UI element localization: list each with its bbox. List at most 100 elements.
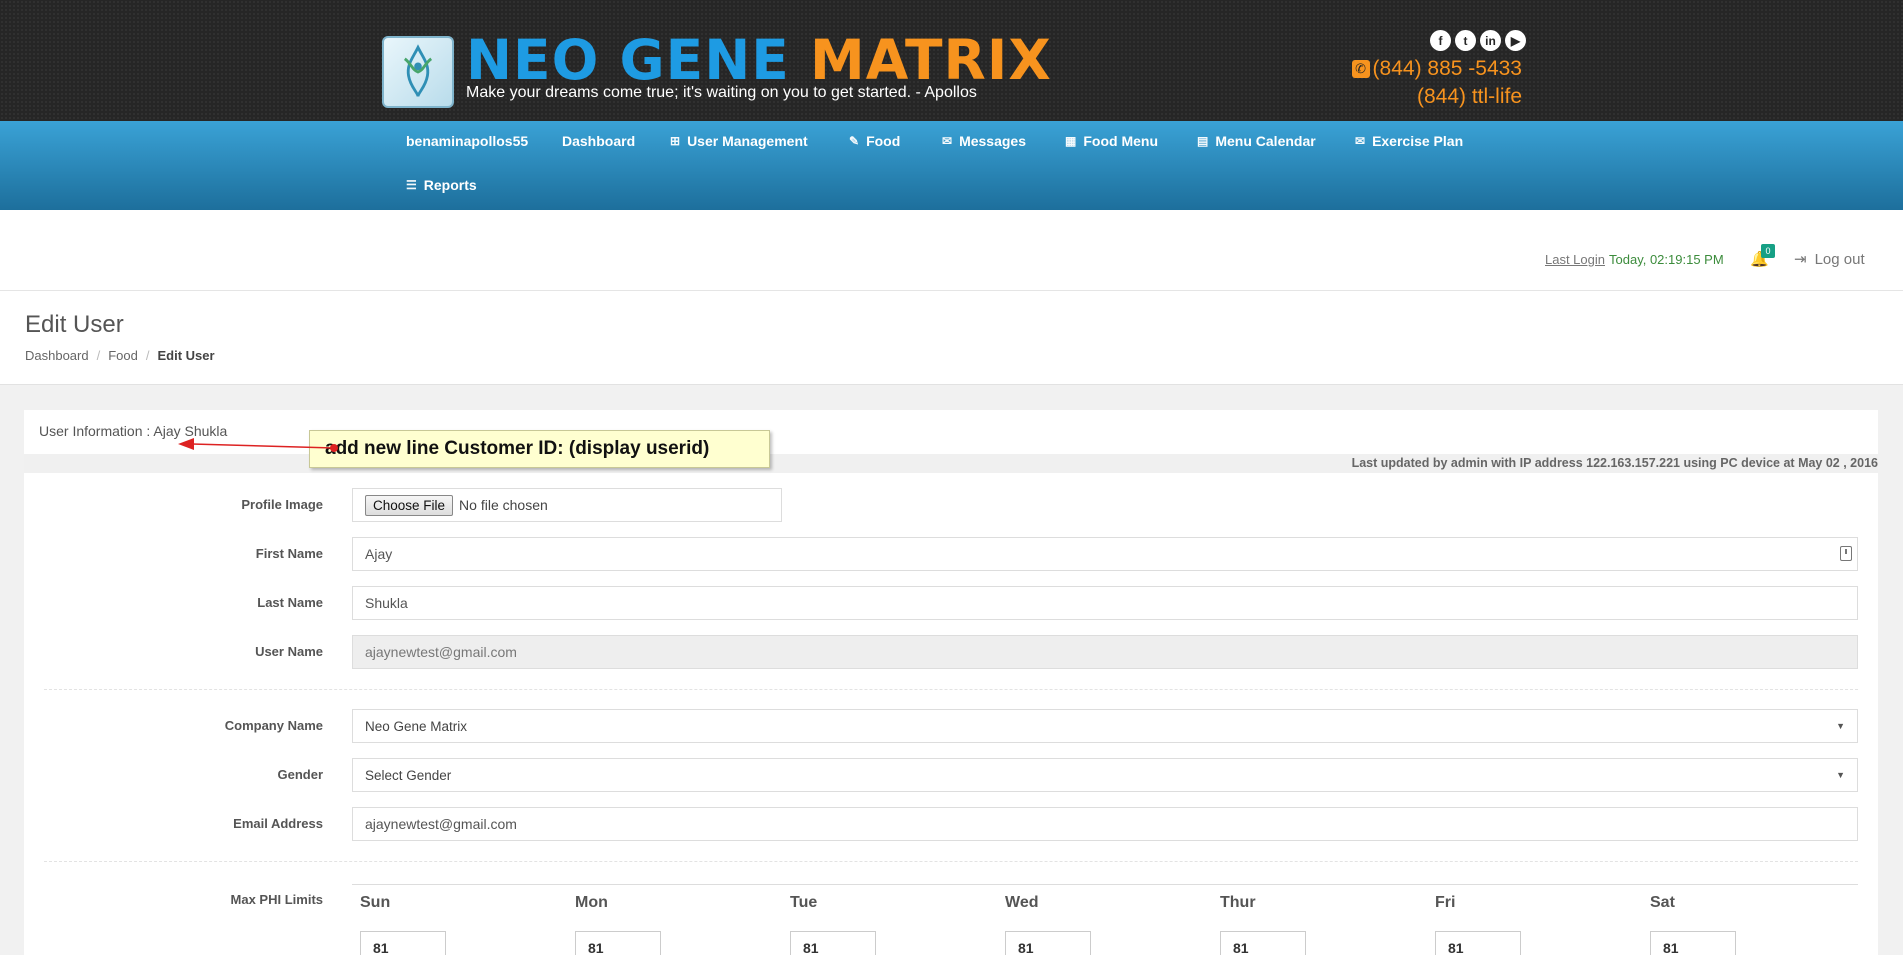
- annotation-arrow-icon: [178, 438, 338, 452]
- phi-day-wed: Wed: [1005, 894, 1039, 911]
- envelope-icon: ✉: [1355, 134, 1366, 148]
- user-info-panel: User Information : Ajay Shukla Last upda…: [24, 410, 1878, 955]
- breadcrumb-food[interactable]: Food: [108, 348, 138, 363]
- phi-input-sat[interactable]: 81: [1650, 931, 1736, 955]
- breadcrumb-current: Edit User: [157, 348, 215, 363]
- phi-day-sun: Sun: [360, 894, 391, 911]
- edit-icon: ✎: [849, 134, 860, 148]
- nav-messages[interactable]: ✉ Messages: [942, 133, 1026, 149]
- linkedin-icon[interactable]: in: [1480, 30, 1501, 51]
- top-bar: Last Login Today, 02:19:15 PM 🔔 0 ⇥ Log …: [0, 210, 1903, 291]
- last-login-value: Today, 02:19:15 PM: [1609, 252, 1724, 267]
- envelope-icon: ✉: [942, 134, 953, 148]
- last-updated-text: Last updated by admin with IP address 12…: [1351, 456, 1878, 470]
- phi-day-fri: Fri: [1435, 894, 1456, 911]
- annotation-callout: add new line Customer ID: (display useri…: [309, 430, 770, 468]
- nav-food-label: Food: [866, 133, 901, 149]
- calendar-icon: ▤: [1197, 134, 1209, 148]
- site-header: NEO GENE MATRIX Make your dreams come tr…: [0, 0, 1903, 121]
- notification-badge: 0: [1761, 244, 1775, 258]
- phi-input-tue[interactable]: 81: [790, 931, 876, 955]
- table-icon: ▦: [1065, 134, 1077, 148]
- last-login-label[interactable]: Last Login: [1545, 252, 1605, 267]
- gender-label: Gender: [277, 767, 323, 782]
- breadcrumb-dashboard[interactable]: Dashboard: [25, 348, 89, 363]
- last-name-label: Last Name: [257, 595, 323, 610]
- youtube-icon[interactable]: ▶: [1505, 30, 1526, 51]
- username-label: User Name: [255, 644, 323, 659]
- tagline: Make your dreams come true; it's waiting…: [466, 84, 977, 101]
- last-login: Last Login Today, 02:19:15 PM: [1545, 252, 1724, 267]
- email-input[interactable]: ajaynewtest@gmail.com: [352, 807, 1858, 841]
- phi-input-thur[interactable]: 81: [1220, 931, 1306, 955]
- profile-image-label: Profile Image: [241, 497, 323, 512]
- phone-primary[interactable]: ✆ (844) 885 -5433: [1351, 57, 1522, 81]
- company-selected-value: Neo Gene Matrix: [365, 718, 468, 734]
- nav-dashboard[interactable]: Dashboard: [562, 133, 635, 149]
- phi-day-mon: Mon: [575, 894, 608, 911]
- main-nav: benaminapollos55 Dashboard ⊞ User Manage…: [0, 121, 1903, 210]
- phi-input-mon[interactable]: 81: [575, 931, 661, 955]
- company-row: Company Name Neo Gene Matrix ▼: [24, 709, 1878, 743]
- email-label: Email Address: [233, 816, 323, 831]
- nav-menu-calendar-label: Menu Calendar: [1215, 133, 1316, 149]
- first-name-row: First Name Ajay: [24, 537, 1878, 571]
- username-row: User Name ajaynewtest@gmail.com: [24, 635, 1878, 669]
- phi-day-sat: Sat: [1650, 894, 1675, 911]
- gender-row: Gender Select Gender ▼: [24, 758, 1878, 792]
- nav-reports[interactable]: ☰ Reports: [406, 177, 477, 193]
- nav-food-menu[interactable]: ▦ Food Menu: [1065, 133, 1158, 149]
- phone-icon: ✆: [1351, 60, 1370, 78]
- nav-messages-label: Messages: [959, 133, 1026, 149]
- phi-label: Max PHI Limits: [230, 892, 323, 907]
- username-input: ajaynewtest@gmail.com: [352, 635, 1858, 669]
- nav-food-menu-label: Food Menu: [1083, 133, 1158, 149]
- section-divider: [44, 689, 1858, 690]
- phi-header-row: Sun Mon Tue Wed Thur Fri Sat: [352, 884, 1858, 918]
- brand-part-blue: NEO GENE: [466, 28, 790, 92]
- chevron-down-icon: ▼: [1836, 770, 1845, 780]
- logo-icon[interactable]: [382, 36, 454, 108]
- phone-secondary[interactable]: (844) ttl-life: [1417, 85, 1522, 109]
- phi-input-sun[interactable]: 81: [360, 931, 446, 955]
- first-name-label: First Name: [255, 546, 323, 561]
- nav-user-management[interactable]: ⊞ User Management: [670, 133, 808, 149]
- section-divider: [44, 861, 1858, 862]
- twitter-icon[interactable]: t: [1455, 30, 1476, 51]
- nav-exercise-plan[interactable]: ✉ Exercise Plan: [1355, 133, 1463, 149]
- phi-day-tue: Tue: [790, 894, 818, 911]
- phone-primary-number: (844) 885 -5433: [1372, 57, 1522, 80]
- last-updated-bar: Last updated by admin with IP address 12…: [24, 454, 1878, 473]
- phi-input-fri[interactable]: 81: [1435, 931, 1521, 955]
- profile-image-row: Profile Image Choose File No file chosen: [24, 488, 1878, 522]
- facebook-icon[interactable]: f: [1430, 30, 1451, 51]
- logout-label: Log out: [1814, 250, 1865, 268]
- sitemap-icon: ⊞: [670, 134, 681, 148]
- phi-limits-table: Sun Mon Tue Wed Thur Fri Sat 81 81 81 81…: [352, 884, 1858, 955]
- last-name-input[interactable]: Shukla: [352, 586, 1858, 620]
- nav-user-label: benaminapollos55: [406, 133, 529, 149]
- page-header: Edit User Dashboard / Food / Edit User: [0, 291, 1903, 385]
- nav-user[interactable]: benaminapollos55: [406, 133, 528, 149]
- breadcrumb-separator: /: [96, 348, 101, 363]
- gender-select[interactable]: Select Gender ▼: [352, 758, 1858, 792]
- nav-user-management-label: User Management: [687, 133, 808, 149]
- breadcrumb: Dashboard / Food / Edit User: [25, 348, 215, 363]
- nav-food[interactable]: ✎ Food: [849, 133, 900, 149]
- company-select[interactable]: Neo Gene Matrix ▼: [352, 709, 1858, 743]
- choose-file-button[interactable]: Choose File: [365, 494, 454, 516]
- nav-menu-calendar[interactable]: ▤ Menu Calendar: [1197, 133, 1316, 149]
- logout-button[interactable]: ⇥ Log out: [1794, 250, 1865, 269]
- profile-image-input[interactable]: Choose File No file chosen: [352, 488, 782, 522]
- first-name-input[interactable]: Ajay: [352, 537, 1858, 571]
- last-name-row: Last Name Shukla: [24, 586, 1878, 620]
- sliders-icon: ☰: [406, 178, 417, 192]
- phi-input-wed[interactable]: 81: [1005, 931, 1091, 955]
- brand-part-orange: MATRIX: [809, 28, 1052, 92]
- chevron-down-icon: ▼: [1836, 721, 1845, 731]
- nav-exercise-plan-label: Exercise Plan: [1372, 133, 1464, 149]
- page-title: Edit User: [25, 311, 124, 338]
- gender-selected-value: Select Gender: [365, 767, 452, 783]
- phi-day-thur: Thur: [1220, 894, 1256, 911]
- contact-card-icon[interactable]: [1840, 546, 1852, 561]
